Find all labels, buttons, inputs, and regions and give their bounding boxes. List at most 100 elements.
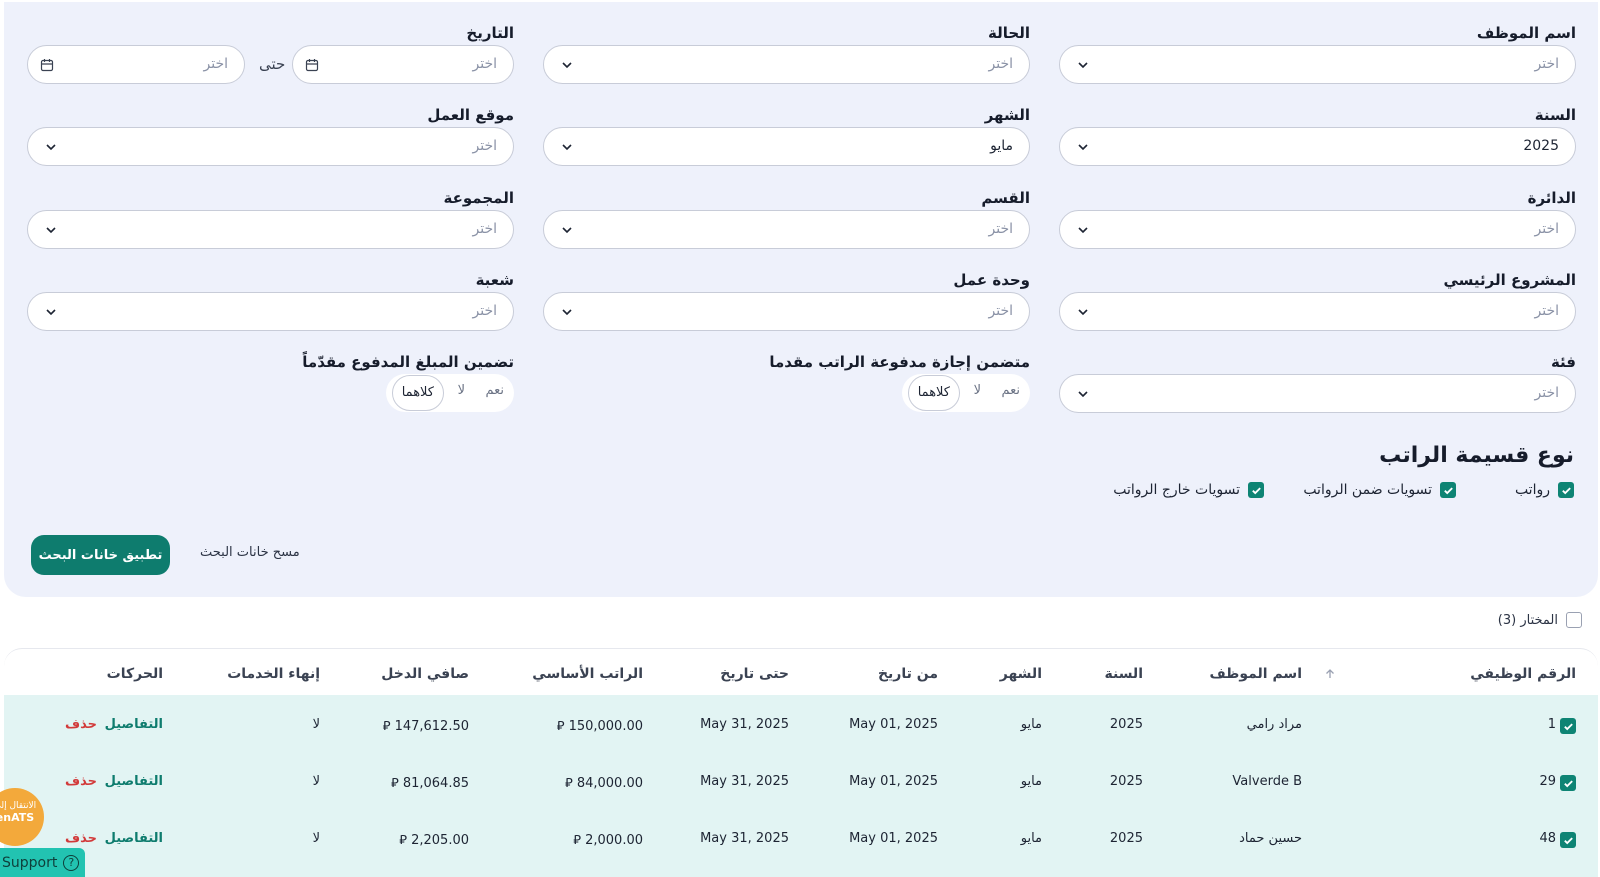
select-value: مايو	[990, 138, 1013, 154]
cell-net-income: 81,064.85 ⃁	[390, 776, 469, 791]
apply-filters-button[interactable]: تطبيق خانات البحث	[31, 535, 170, 575]
year-filter: السنة 2025	[1059, 106, 1576, 168]
column-header-emp-no[interactable]: الرقم الوظيفي	[1470, 666, 1576, 682]
toggle-option-no[interactable]: لا	[458, 383, 465, 398]
category-select[interactable]: اختر	[1059, 374, 1576, 413]
sort-arrow-up-icon[interactable]	[1324, 668, 1336, 680]
row-checkbox-checked-icon[interactable]	[1560, 775, 1576, 791]
work-location-filter: موقع العمل اختر	[27, 106, 514, 168]
category-filter: فئة اختر	[1059, 353, 1576, 415]
column-header-basic-salary[interactable]: الراتب الأساسي	[532, 666, 643, 682]
toggle-option-yes[interactable]: نعم	[1001, 383, 1020, 398]
cell-emp-no: 29	[1539, 774, 1556, 789]
cell-emp-name: Valverde B	[1232, 774, 1302, 789]
section-select[interactable]: اختر	[543, 210, 1030, 249]
cell-end-of-service: لا	[312, 717, 320, 732]
division-select[interactable]: اختر	[27, 292, 514, 331]
chevron-down-icon	[1078, 144, 1088, 151]
toggle-option-yes[interactable]: نعم	[485, 383, 504, 398]
checkbox-checked-icon[interactable]	[1248, 482, 1264, 498]
date-from-input[interactable]: اختر	[292, 45, 514, 84]
column-header-month[interactable]: الشهر	[1000, 666, 1042, 682]
support-button[interactable]: Support ?	[0, 848, 85, 877]
year-select[interactable]: 2025	[1059, 127, 1576, 166]
date-to-input[interactable]: اختر	[27, 45, 245, 84]
month-filter: الشهر مايو	[543, 106, 1030, 168]
advance-amount-label: تضمين المبلغ المدفوع مقدّماً	[302, 353, 514, 371]
clear-filters-button[interactable]: مسح خانات البحث	[200, 545, 300, 560]
toggle-option-no[interactable]: لا	[974, 383, 981, 398]
column-header-to-date[interactable]: حتى تاريخ	[720, 666, 789, 682]
details-link[interactable]: التفاصيل	[105, 717, 163, 732]
checkbox-checked-icon[interactable]	[1440, 482, 1456, 498]
section-label: القسم	[981, 189, 1030, 207]
support-label: Support	[2, 854, 58, 871]
fab-line2: enATS	[0, 811, 35, 824]
cell-emp-no: 1	[1547, 717, 1556, 732]
slip-type-option-adjustments-outside[interactable]: تسويات خارج الرواتب	[1113, 482, 1264, 498]
employee-name-select[interactable]: اختر	[1059, 45, 1576, 84]
cell-basic-salary: 84,000.00 ⃁	[564, 776, 643, 791]
row-checkbox-checked-icon[interactable]	[1560, 718, 1576, 734]
work-unit-label: وحدة عمل	[953, 271, 1030, 289]
paid-leave-advance-label: متضمن إجازة مدفوعة الراتب مقدما	[769, 353, 1030, 371]
column-header-end-of-service[interactable]: إنهاء الخدمات	[227, 666, 320, 682]
column-header-year[interactable]: السنة	[1104, 666, 1143, 682]
select-value: اختر	[988, 56, 1014, 72]
calendar-icon	[40, 59, 54, 72]
checkbox-checked-icon[interactable]	[1558, 482, 1574, 498]
table-row[interactable]: 48 حسين حماد 2025 مايو May 01, 2025 May …	[4, 813, 1598, 870]
division-label: شعبة	[475, 271, 514, 289]
fab-line1: الانتقال إلى	[0, 801, 37, 811]
cell-to-date: May 31, 2025	[700, 774, 789, 789]
cell-basic-salary: 150,000.00 ⃁	[556, 719, 643, 734]
select-value: اختر	[472, 303, 498, 319]
cell-month: مايو	[1020, 717, 1042, 732]
month-label: الشهر	[984, 106, 1030, 124]
department-select[interactable]: اختر	[1059, 210, 1576, 249]
work-unit-filter: وحدة عمل اختر	[543, 271, 1030, 333]
date-separator: حتى	[259, 55, 286, 73]
column-header-from-date[interactable]: من تاريخ	[878, 666, 938, 682]
select-value: اختر	[1534, 221, 1560, 237]
column-header-emp-name[interactable]: اسم الموظف	[1210, 666, 1303, 682]
group-filter: المجموعة اختر	[27, 189, 514, 251]
cell-basic-salary: 2,000.00 ⃁	[573, 833, 643, 848]
cell-from-date: May 01, 2025	[849, 831, 938, 846]
cell-end-of-service: لا	[312, 774, 320, 789]
toggle-option-both[interactable]: كلاهما	[391, 375, 444, 411]
group-select[interactable]: اختر	[27, 210, 514, 249]
slip-type-title: نوع قسيمة الراتب	[1379, 443, 1574, 468]
work-unit-select[interactable]: اختر	[543, 292, 1030, 331]
delete-link[interactable]: حذف	[65, 717, 97, 732]
table-row[interactable]: 29 Valverde B 2025 مايو May 01, 2025 May…	[4, 756, 1598, 813]
details-link[interactable]: التفاصيل	[105, 831, 163, 846]
delete-link[interactable]: حذف	[65, 774, 97, 789]
employee-name-filter: اسم الموظف اختر	[1059, 24, 1576, 86]
details-link[interactable]: التفاصيل	[105, 774, 163, 789]
department-label: الدائرة	[1527, 189, 1576, 207]
row-checkbox-checked-icon[interactable]	[1560, 832, 1576, 848]
cell-from-date: May 01, 2025	[849, 717, 938, 732]
status-select[interactable]: اختر	[543, 45, 1030, 84]
year-label: السنة	[1534, 106, 1576, 124]
table-body: 1 مراد رامي 2025 مايو May 01, 2025 May 3…	[4, 695, 1598, 877]
selected-count-label: المختار (3)	[1497, 612, 1558, 628]
toggle-option-both[interactable]: كلاهما	[907, 375, 960, 411]
select-all-checkbox[interactable]	[1566, 612, 1582, 628]
cell-end-of-service: لا	[312, 831, 320, 846]
chevron-down-icon	[46, 309, 56, 316]
work-location-select[interactable]: اختر	[27, 127, 514, 166]
month-select[interactable]: مايو	[543, 127, 1030, 166]
table-row[interactable]: 1 مراد رامي 2025 مايو May 01, 2025 May 3…	[4, 699, 1598, 756]
delete-link[interactable]: حذف	[65, 831, 97, 846]
chevron-down-icon	[1078, 309, 1088, 316]
slip-type-option-adjustments-within[interactable]: تسويات ضمن الرواتب	[1303, 482, 1456, 498]
paid-leave-advance-toggle: نعم لا كلاهما	[902, 374, 1030, 412]
slip-type-option-salaries[interactable]: رواتب	[1515, 482, 1574, 498]
main-project-filter: المشروع الرئيسي اختر	[1059, 271, 1576, 333]
category-label: فئة	[1550, 353, 1576, 371]
column-header-net-income[interactable]: صافي الدخل	[381, 666, 469, 682]
chevron-down-icon	[1078, 391, 1088, 398]
main-project-select[interactable]: اختر	[1059, 292, 1576, 331]
